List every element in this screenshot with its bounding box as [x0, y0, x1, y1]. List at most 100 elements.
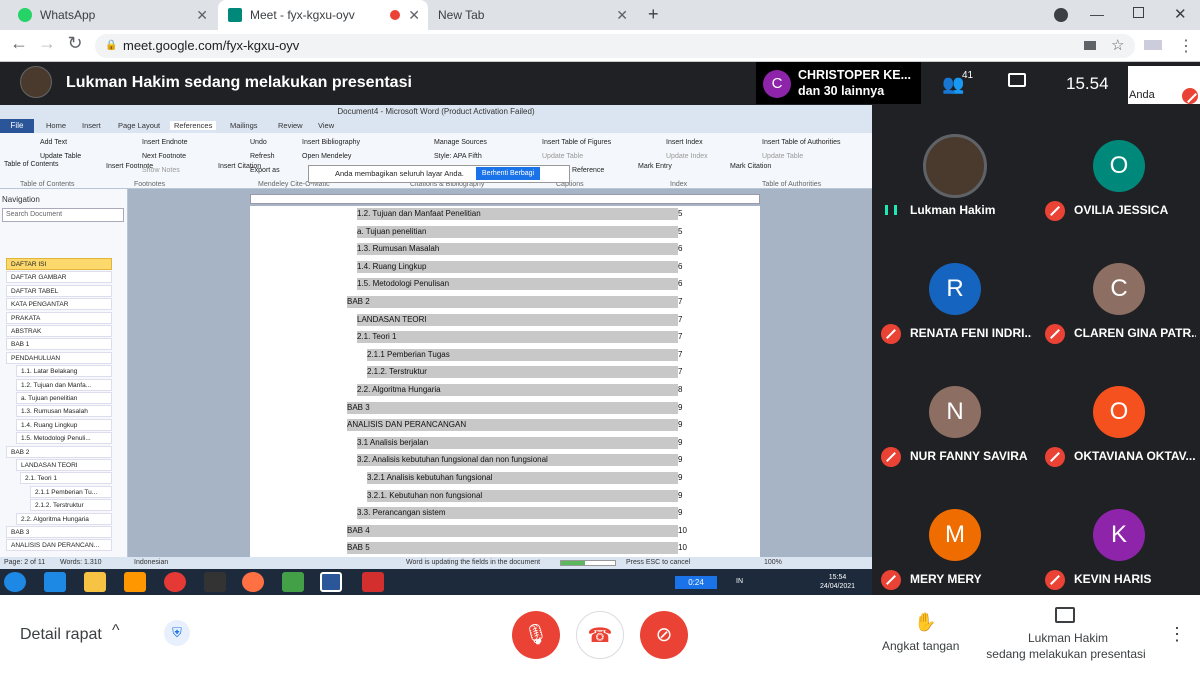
- reload-icon[interactable]: ↻: [62, 33, 88, 54]
- insert-bibliography-button[interactable]: Insert Bibliography: [302, 139, 360, 146]
- meeting-details-button[interactable]: Detail rapat: [20, 626, 102, 644]
- chrome-menu-icon[interactable]: ⋮: [1178, 36, 1194, 56]
- word-tab-page-layout[interactable]: Page Layout: [118, 121, 160, 130]
- cross-reference-button[interactable]: Reference: [572, 167, 604, 174]
- toc-entry[interactable]: a. Tujuan penelitian: [357, 225, 678, 238]
- open-mendeley-button[interactable]: Open Mendeley: [302, 153, 351, 160]
- nav-item[interactable]: BAB 3: [6, 526, 112, 538]
- word-tab-view[interactable]: View: [318, 121, 334, 130]
- manage-sources-button[interactable]: Manage Sources: [434, 139, 487, 146]
- word-tab-insert[interactable]: Insert: [82, 121, 101, 130]
- toc-entry[interactable]: 2.1.2. Terstruktur: [367, 366, 678, 379]
- toc-entry[interactable]: 2.2. Algoritma Hungaria: [357, 384, 678, 396]
- insert-endnote-button[interactable]: Insert Endnote: [142, 139, 188, 146]
- nav-item[interactable]: 1.2. Tujuan dan Manfa...: [16, 378, 112, 391]
- media-icon[interactable]: [124, 572, 146, 592]
- toc-entry[interactable]: 3.2.1 Analisis kebutuhan fungsional: [367, 472, 678, 484]
- word-tab-home[interactable]: Home: [46, 121, 66, 130]
- toc-button[interactable]: Table of Contents: [4, 161, 58, 168]
- word-icon[interactable]: [320, 572, 342, 592]
- nav-item[interactable]: DAFTAR ISI: [6, 258, 112, 270]
- insert-table-figures-button[interactable]: Insert Table of Figures: [542, 139, 611, 146]
- toc-entry[interactable]: 3.1 Analisis berjalan: [357, 436, 678, 449]
- nav-item[interactable]: ABSTRAK: [6, 325, 112, 337]
- style-select[interactable]: Style: APA Fifth: [434, 153, 482, 160]
- nav-item[interactable]: KATA PENGANTAR: [6, 298, 112, 311]
- stop-sharing-button[interactable]: Berhenti Berbagi: [476, 167, 540, 180]
- start-icon[interactable]: [4, 572, 26, 592]
- nav-item[interactable]: a. Tujuan penelitian: [16, 392, 112, 404]
- new-tab-button[interactable]: +: [648, 4, 659, 25]
- insert-index-button[interactable]: Insert Index: [666, 139, 703, 146]
- toc-entry[interactable]: 1.5. Metodologi Penulisan: [357, 278, 678, 291]
- toc-entry[interactable]: ANALISIS DAN PERANCANGAN: [347, 419, 678, 432]
- raise-hand-label[interactable]: Angkat tangan: [882, 639, 959, 653]
- navigation-search-input[interactable]: Search Document: [2, 208, 124, 222]
- nav-item[interactable]: PRAKATA: [6, 311, 112, 324]
- update-table-button[interactable]: Update Table: [40, 153, 81, 160]
- word-tab-file[interactable]: File: [0, 119, 34, 133]
- maximize-icon[interactable]: [1133, 7, 1144, 18]
- toc-entry[interactable]: BAB 2: [347, 296, 678, 308]
- nav-item[interactable]: 1.3. Rumusan Masalah: [16, 405, 112, 418]
- nav-item[interactable]: 1.4. Ruang Lingkup: [16, 418, 112, 431]
- back-icon[interactable]: ←: [6, 33, 32, 54]
- toc-entry[interactable]: 1.4. Ruang Lingkup: [357, 260, 678, 273]
- explorer-icon[interactable]: [84, 572, 106, 592]
- undo-button[interactable]: Undo: [250, 139, 267, 146]
- toc-entry[interactable]: 3.2.1. Kebutuhan non fungsional: [367, 489, 678, 502]
- word-tab-review[interactable]: Review: [278, 121, 303, 130]
- host-controls-shield-icon[interactable]: ⛨: [164, 620, 190, 646]
- tab-meet[interactable]: Meet - fyx-kgxu-oyv ✕: [218, 0, 428, 30]
- nav-item[interactable]: LANDASAN TEORI: [16, 459, 112, 471]
- bookmark-star-icon[interactable]: ☆: [1111, 36, 1124, 54]
- toc-entry[interactable]: BAB 4: [347, 524, 678, 537]
- tab-whatsapp[interactable]: WhatsApp ✕: [8, 0, 216, 30]
- update-index-button[interactable]: Update Index: [666, 153, 708, 160]
- nav-item[interactable]: PENDAHULUAN: [6, 351, 112, 364]
- chevron-up-icon[interactable]: ^: [112, 622, 120, 640]
- close-window-icon[interactable]: ✕: [1174, 5, 1187, 23]
- ie-icon[interactable]: [44, 572, 66, 592]
- forward-icon[interactable]: →: [34, 33, 60, 54]
- nav-item[interactable]: BAB 2: [6, 445, 112, 458]
- more-options-icon[interactable]: ⋮: [1168, 624, 1186, 645]
- word-tab-mailings[interactable]: Mailings: [230, 121, 258, 130]
- mark-citation-button[interactable]: Mark Citation: [730, 163, 771, 170]
- nav-item[interactable]: DAFTAR TABEL: [6, 284, 112, 297]
- status-zoom[interactable]: 100%: [764, 557, 782, 569]
- minimize-icon[interactable]: —: [1090, 6, 1104, 22]
- presenting-label-1[interactable]: Lukman Hakim: [968, 631, 1168, 645]
- nav-item[interactable]: 2.1. Teori 1: [20, 472, 112, 485]
- word-tab-references[interactable]: References: [170, 121, 217, 130]
- chat-icon[interactable]: [1008, 73, 1026, 87]
- close-tab-icon[interactable]: ✕: [408, 7, 420, 24]
- close-tab-icon[interactable]: ✕: [196, 7, 208, 24]
- opera-icon[interactable]: [164, 572, 186, 592]
- next-footnote-button[interactable]: Next Footnote: [142, 153, 186, 160]
- tab-new-tab[interactable]: New Tab ✕: [428, 0, 636, 30]
- raise-hand-icon[interactable]: ✋: [914, 612, 936, 633]
- excel-icon[interactable]: [282, 572, 304, 592]
- toc-entry[interactable]: 3.3. Perancangan sistem: [357, 507, 678, 520]
- toc-entry[interactable]: BAB 3: [347, 401, 678, 414]
- update-table-button-3[interactable]: Update Table: [762, 153, 803, 160]
- grid-app-icon[interactable]: [204, 572, 226, 592]
- toc-entry[interactable]: 3.2. Analisis kebutuhan fungsional dan n…: [357, 454, 678, 467]
- nav-item[interactable]: 1.5. Metodologi Penuli...: [16, 432, 112, 445]
- add-text-button[interactable]: Add Text: [40, 139, 67, 146]
- input-language[interactable]: IN: [736, 578, 743, 585]
- leave-call-button[interactable]: ☎: [576, 611, 624, 659]
- export-button[interactable]: Export as: [250, 167, 280, 174]
- present-screen-icon[interactable]: [1055, 607, 1075, 623]
- firefox-icon[interactable]: [242, 572, 264, 592]
- app-icon[interactable]: [362, 572, 384, 592]
- nav-item[interactable]: 2.2. Algoritma Hungaria: [16, 512, 112, 525]
- toc-entry[interactable]: BAB 5: [347, 542, 678, 555]
- toc-entry[interactable]: 2.1. Teori 1: [357, 331, 678, 344]
- toc-entry[interactable]: 2.1.1 Pemberian Tugas: [367, 348, 678, 361]
- insert-toa-button[interactable]: Insert Table of Authorities: [762, 139, 840, 146]
- nav-item[interactable]: 1.1. Latar Belakang: [16, 365, 112, 378]
- camera-off-button[interactable]: ⊘: [640, 611, 688, 659]
- document-page[interactable]: [250, 206, 760, 557]
